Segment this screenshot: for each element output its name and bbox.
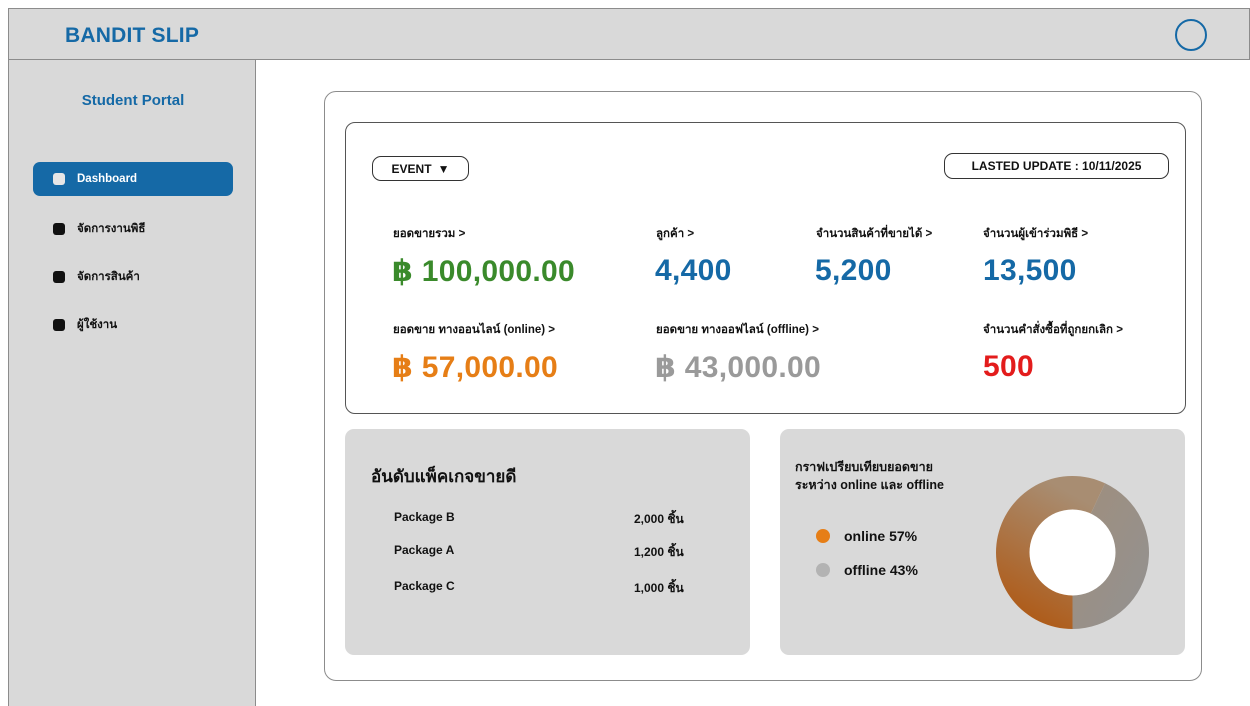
sidebar: Student Portal Dashboard จัดการงานพิธี จ… — [8, 60, 256, 706]
donut-hole — [1029, 509, 1116, 596]
customers-value: 4,400 — [655, 254, 732, 287]
products-icon — [53, 271, 65, 283]
event-dropdown-label: EVENT — [391, 161, 432, 176]
last-update-badge: LASTED UPDATE : 10/11/2025 — [944, 153, 1169, 179]
brand-logo[interactable]: BANDIT SLIP — [65, 24, 199, 48]
event-dropdown[interactable]: EVENT ▼ — [372, 156, 469, 181]
portal-title: Student Portal — [81, 92, 185, 109]
cancelled-orders-link[interactable]: จำนวนคำสั่งซื้อที่ถูกยกเลิก > — [983, 321, 1123, 339]
sidebar-item-label: จัดการสินค้า — [77, 271, 140, 283]
online-sales-value: ฿ 57,000.00 — [392, 351, 558, 384]
package-qty: 2,000 ชิ้น — [634, 512, 684, 526]
products-sold-link[interactable]: จำนวนสินค้าที่ขายได้ > — [816, 225, 932, 243]
sidebar-item-label: จัดการงานพิธี — [77, 223, 146, 235]
offline-sales-link[interactable]: ยอดขาย ทางออฟไลน์ (offline) > — [656, 321, 819, 339]
online-sales-link[interactable]: ยอดขาย ทางออนไลน์ (online) > — [393, 321, 555, 339]
total-sales-value: ฿ 100,000.00 — [392, 255, 575, 288]
ceremony-icon — [53, 223, 65, 235]
package-name: Package B — [394, 510, 455, 524]
attendees-value: 13,500 — [983, 254, 1077, 287]
profile-avatar-button[interactable] — [1175, 19, 1207, 51]
products-sold-value: 5,200 — [815, 254, 892, 287]
package-qty: 1,000 ชิ้น — [634, 581, 684, 595]
legend-online: online 57% — [816, 528, 917, 544]
legend-offline-label: offline 43% — [844, 562, 918, 578]
attendees-link[interactable]: จำนวนผู้เข้าร่วมพิธี > — [983, 225, 1088, 243]
sidebar-item-products[interactable]: จัดการสินค้า — [33, 260, 233, 294]
total-sales-link[interactable]: ยอดขายรวม > — [393, 225, 465, 243]
package-name: Package C — [394, 579, 455, 593]
legend-offline: offline 43% — [816, 562, 918, 578]
customers-link[interactable]: ลูกค้า > — [656, 225, 694, 243]
users-icon — [53, 319, 65, 331]
cancelled-orders-value: 500 — [983, 350, 1034, 383]
package-name: Package A — [394, 543, 455, 557]
dashboard-icon — [53, 173, 65, 185]
sidebar-item-dashboard[interactable]: Dashboard — [33, 162, 233, 196]
sidebar-item-label: ผู้ใช้งาน — [77, 319, 118, 331]
comparison-chart-title: กราฟเปรียบเทียบยอดขาย ระหว่าง online และ… — [795, 459, 995, 494]
top-packages-title: อันดับแพ็คเกจขายดี — [371, 467, 517, 486]
comparison-title-line2: ระหว่าง online และ offline — [795, 477, 944, 492]
online-dot-icon — [816, 529, 830, 543]
package-qty: 1,200 ชิ้น — [634, 545, 684, 559]
legend-online-label: online 57% — [844, 528, 918, 544]
top-bar: BANDIT SLIP — [8, 8, 1250, 60]
chevron-down-icon: ▼ — [437, 161, 450, 176]
sales-donut-chart — [996, 476, 1149, 629]
comparison-title-line1: กราฟเปรียบเทียบยอดขาย — [795, 460, 933, 474]
sidebar-item-ceremony[interactable]: จัดการงานพิธี — [33, 212, 233, 246]
sidebar-item-label: Dashboard — [77, 173, 138, 185]
offline-sales-value: ฿ 43,000.00 — [655, 351, 821, 384]
offline-dot-icon — [816, 563, 830, 577]
sidebar-item-users[interactable]: ผู้ใช้งาน — [33, 308, 233, 342]
